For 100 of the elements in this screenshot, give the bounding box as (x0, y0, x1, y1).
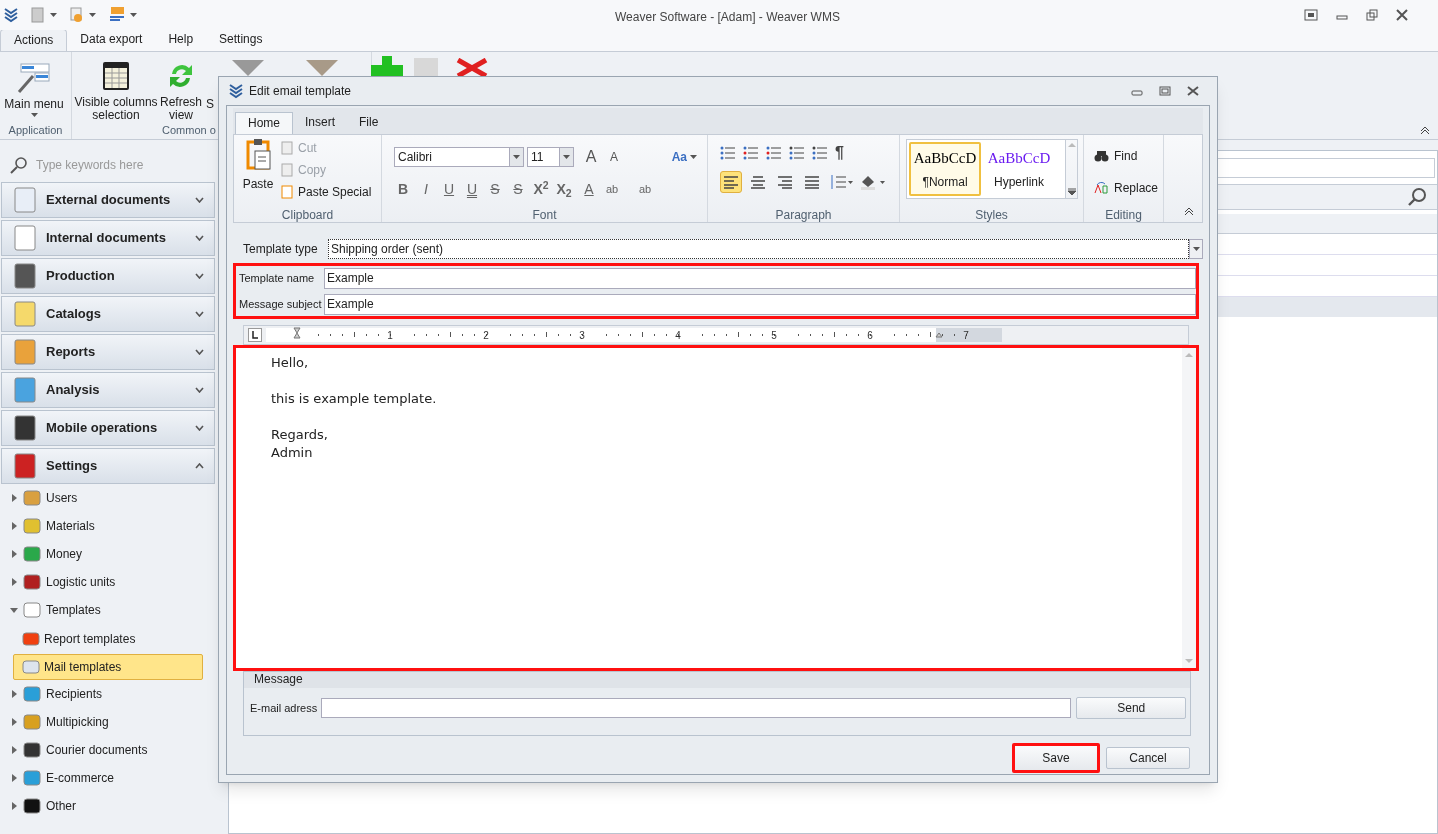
ribbon-tab[interactable]: Settings (206, 29, 276, 51)
clipboard-button[interactable]: Paste Special (280, 183, 372, 200)
right-indent-marker-icon[interactable] (935, 332, 943, 338)
format-button[interactable]: ab (603, 181, 621, 198)
item-icon (22, 685, 42, 703)
ribbon-button[interactable]: Visible columns selection (74, 58, 158, 122)
tree-item[interactable]: E-commerce (46, 769, 114, 787)
tree-item[interactable]: Money (46, 545, 83, 563)
tree-item[interactable]: Recipients (46, 685, 103, 703)
indent-marker-icon[interactable] (293, 327, 301, 339)
grow-font-button[interactable]: A (581, 145, 601, 169)
tree-item[interactable]: Mail templates (13, 654, 203, 680)
sidebar-section[interactable]: Catalogs (1, 296, 215, 332)
text-editor[interactable]: Hello, this is example template. Regards, Admin (236, 348, 1182, 668)
collapsed-arrow-icon[interactable] (10, 550, 18, 558)
multilevel-list-icon[interactable] (766, 145, 782, 161)
cancel-button[interactable]: Cancel (1106, 747, 1190, 769)
tree-item[interactable]: Templates (46, 601, 101, 619)
input-field[interactable]: Example (324, 267, 1196, 289)
format-button[interactable]: S (509, 179, 527, 200)
tree-item[interactable]: Courier documents (46, 741, 148, 759)
bullet-list-icon[interactable] (720, 145, 736, 161)
format-button[interactable]: ab (636, 181, 654, 198)
collapse-icon[interactable] (1184, 208, 1194, 216)
tree-item[interactable]: Other (46, 797, 76, 815)
collapsed-arrow-icon[interactable] (10, 746, 18, 754)
collapsed-arrow-icon[interactable] (10, 522, 18, 530)
tree-item[interactable]: Materials (46, 517, 95, 535)
caret-icon (563, 155, 570, 159)
sidebar-section[interactable]: Settings (1, 448, 215, 484)
collapse-icon[interactable] (1420, 127, 1430, 135)
format-button[interactable]: S (486, 179, 504, 200)
template-type-dropdown[interactable]: Shipping order (sent) (328, 239, 1189, 259)
format-button[interactable]: U (440, 179, 458, 200)
add-icon (371, 56, 403, 76)
replace-button[interactable]: Replace (1094, 179, 1163, 197)
tree-item[interactable]: Logistic units (46, 573, 116, 591)
sidebar-section[interactable]: Mobile operations (1, 410, 215, 446)
shrink-font-button[interactable]: A (604, 148, 624, 166)
expanded-arrow-icon[interactable] (10, 606, 18, 614)
font-size-dropdown[interactable]: 11 (527, 147, 574, 167)
input-field[interactable]: Example (324, 293, 1196, 315)
sidebar-section[interactable]: Reports (1, 334, 215, 370)
ribbon-button[interactable]: Main menu (2, 58, 66, 122)
ribbon-tab[interactable]: File (347, 112, 391, 134)
find-button[interactable]: Find (1094, 147, 1163, 165)
sidebar-section[interactable]: Production (1, 258, 215, 294)
ribbon-tab[interactable]: Data export (67, 29, 156, 51)
save-button[interactable]: Save (1012, 743, 1100, 773)
collapsed-arrow-icon[interactable] (10, 774, 18, 782)
style-option[interactable]: AaBbCcD Hyperlink (983, 142, 1055, 196)
increase-indent-icon[interactable] (812, 145, 828, 161)
email-field[interactable] (321, 698, 1072, 718)
font-name-dropdown[interactable]: Calibri (394, 147, 524, 167)
send-button[interactable]: Send (1076, 697, 1187, 719)
sidebar-section[interactable]: External documents (1, 182, 215, 218)
close-icon[interactable] (1187, 86, 1199, 96)
collapsed-arrow-icon[interactable] (10, 718, 18, 726)
ribbon-button[interactable]: Refresh view (160, 58, 202, 122)
collapsed-arrow-icon[interactable] (10, 690, 18, 698)
spellcheck-icon[interactable] (108, 7, 126, 23)
format-button[interactable]: X$_{2}$ (555, 179, 573, 200)
numbered-list-icon[interactable] (743, 145, 759, 161)
format-button[interactable]: I (417, 179, 435, 200)
format-button[interactable]: U (463, 179, 481, 200)
style-option[interactable]: AaBbCcD ¶Normal (909, 142, 981, 196)
collapsed-arrow-icon[interactable] (10, 802, 18, 810)
search-icon (10, 156, 28, 174)
pilcrow-button[interactable]: ¶ (835, 141, 844, 165)
line-spacing-icon[interactable] (828, 174, 854, 190)
field-label: E-mail adress (250, 700, 318, 716)
tree-item[interactable]: Multipicking (46, 713, 109, 731)
ribbon-tab[interactable]: Help (155, 29, 207, 51)
ribbon-button[interactable]: S (204, 58, 216, 122)
more-styles-icon[interactable] (1067, 188, 1076, 196)
sidebar-section[interactable]: Analysis (1, 372, 215, 408)
restore-icon[interactable] (1366, 9, 1378, 21)
search-icon[interactable] (1407, 187, 1427, 207)
caret-icon (1192, 247, 1200, 251)
format-button[interactable]: X$^{2}$ (532, 179, 550, 200)
paste-button[interactable]: Paste (242, 139, 274, 206)
fill-bucket-icon[interactable] (859, 174, 887, 190)
tree-item[interactable]: Report templates (13, 626, 203, 652)
close-icon[interactable] (1396, 9, 1408, 21)
format-button[interactable]: A (580, 179, 598, 200)
sidebar-section[interactable]: Internal documents (1, 220, 215, 256)
decrease-indent-icon[interactable] (789, 145, 805, 161)
fullscreen-icon[interactable] (1304, 9, 1318, 21)
ribbon-tab[interactable]: Home (235, 112, 293, 134)
format-button[interactable]: B (394, 179, 412, 200)
maximize-icon[interactable] (1159, 86, 1171, 96)
app-logo-icon[interactable] (4, 7, 18, 23)
change-case-button[interactable]: Aa (671, 148, 697, 166)
tree-item[interactable]: Users (46, 489, 78, 507)
collapsed-arrow-icon[interactable] (10, 494, 18, 502)
align-button[interactable] (720, 171, 742, 193)
ribbon-tab[interactable]: Insert (293, 112, 348, 134)
tab-stop-icon[interactable] (248, 328, 262, 342)
ribbon-tab[interactable]: Actions (0, 29, 68, 51)
collapsed-arrow-icon[interactable] (10, 578, 18, 586)
